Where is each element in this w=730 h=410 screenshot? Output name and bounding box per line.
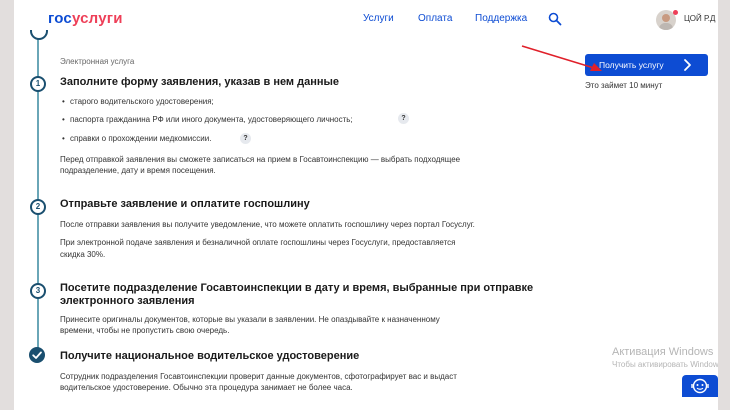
notification-dot bbox=[673, 10, 678, 15]
time-estimate: Это займет 10 минут bbox=[585, 81, 663, 90]
user-name[interactable]: ЦОЙ Р.Д bbox=[684, 14, 715, 23]
step-4-title: Получите национальное водительское удост… bbox=[60, 350, 360, 362]
get-service-button[interactable]: Получить услугу bbox=[585, 54, 708, 76]
help-icon[interactable]: ? bbox=[240, 133, 251, 144]
step-1-marker: 1 bbox=[30, 76, 46, 92]
page: госуслуги Услуги Оплата Поддержка ЦОЙ Р.… bbox=[14, 0, 718, 410]
step-1-title: Заполните форму заявления, указав в нем … bbox=[60, 76, 340, 88]
help-icon[interactable]: ? bbox=[398, 113, 409, 124]
step-2-text: При электронной подаче заявления и безна… bbox=[60, 238, 456, 247]
step-2-text: После отправки заявления вы получите уве… bbox=[60, 220, 475, 229]
step-1-note: подразделение, дату и время посещения. bbox=[60, 166, 216, 175]
windows-activation-watermark: Активация Windows bbox=[612, 346, 714, 358]
step-3-marker: 3 bbox=[30, 283, 46, 299]
chat-robot-icon bbox=[691, 378, 709, 394]
checkmark-icon bbox=[32, 351, 42, 359]
step-1-bullet-1: старого водительского удостоверения; bbox=[62, 96, 214, 108]
gosuslugi-logo[interactable]: госуслуги bbox=[48, 10, 123, 27]
step-1-bullet-3: справки о прохождении медкомиссии. bbox=[62, 133, 211, 145]
step-3-title: Посетите подразделение Госавтоинспекции … bbox=[60, 282, 534, 294]
step-2-marker: 2 bbox=[30, 199, 46, 215]
step-2-text: скидка 30%. bbox=[60, 250, 106, 259]
chat-support-button[interactable] bbox=[682, 375, 718, 397]
header: госуслуги Услуги Оплата Поддержка ЦОЙ Р.… bbox=[14, 0, 718, 38]
windows-activation-watermark: Чтобы активировать Windows, перейдите в … bbox=[612, 360, 718, 369]
nav-services[interactable]: Услуги bbox=[363, 13, 394, 24]
nav-payment[interactable]: Оплата bbox=[418, 13, 452, 24]
step-4-text: водительское удостоверение. Обычно эта п… bbox=[60, 383, 353, 392]
search-icon[interactable] bbox=[548, 12, 562, 26]
chevron-right-icon bbox=[684, 59, 691, 71]
step-1-bullet-2: паспорта гражданина РФ или иного докумен… bbox=[62, 114, 353, 126]
nav-support[interactable]: Поддержка bbox=[475, 13, 527, 24]
service-type-label: Электронная услуга bbox=[60, 57, 135, 66]
step-3-title: электронного заявления bbox=[60, 295, 195, 307]
step-4-marker bbox=[29, 347, 45, 363]
step-3-text: времени, чтобы не пропустить свою очеред… bbox=[60, 326, 230, 335]
step-2-title: Отправьте заявление и оплатите госпошлин… bbox=[60, 198, 310, 210]
